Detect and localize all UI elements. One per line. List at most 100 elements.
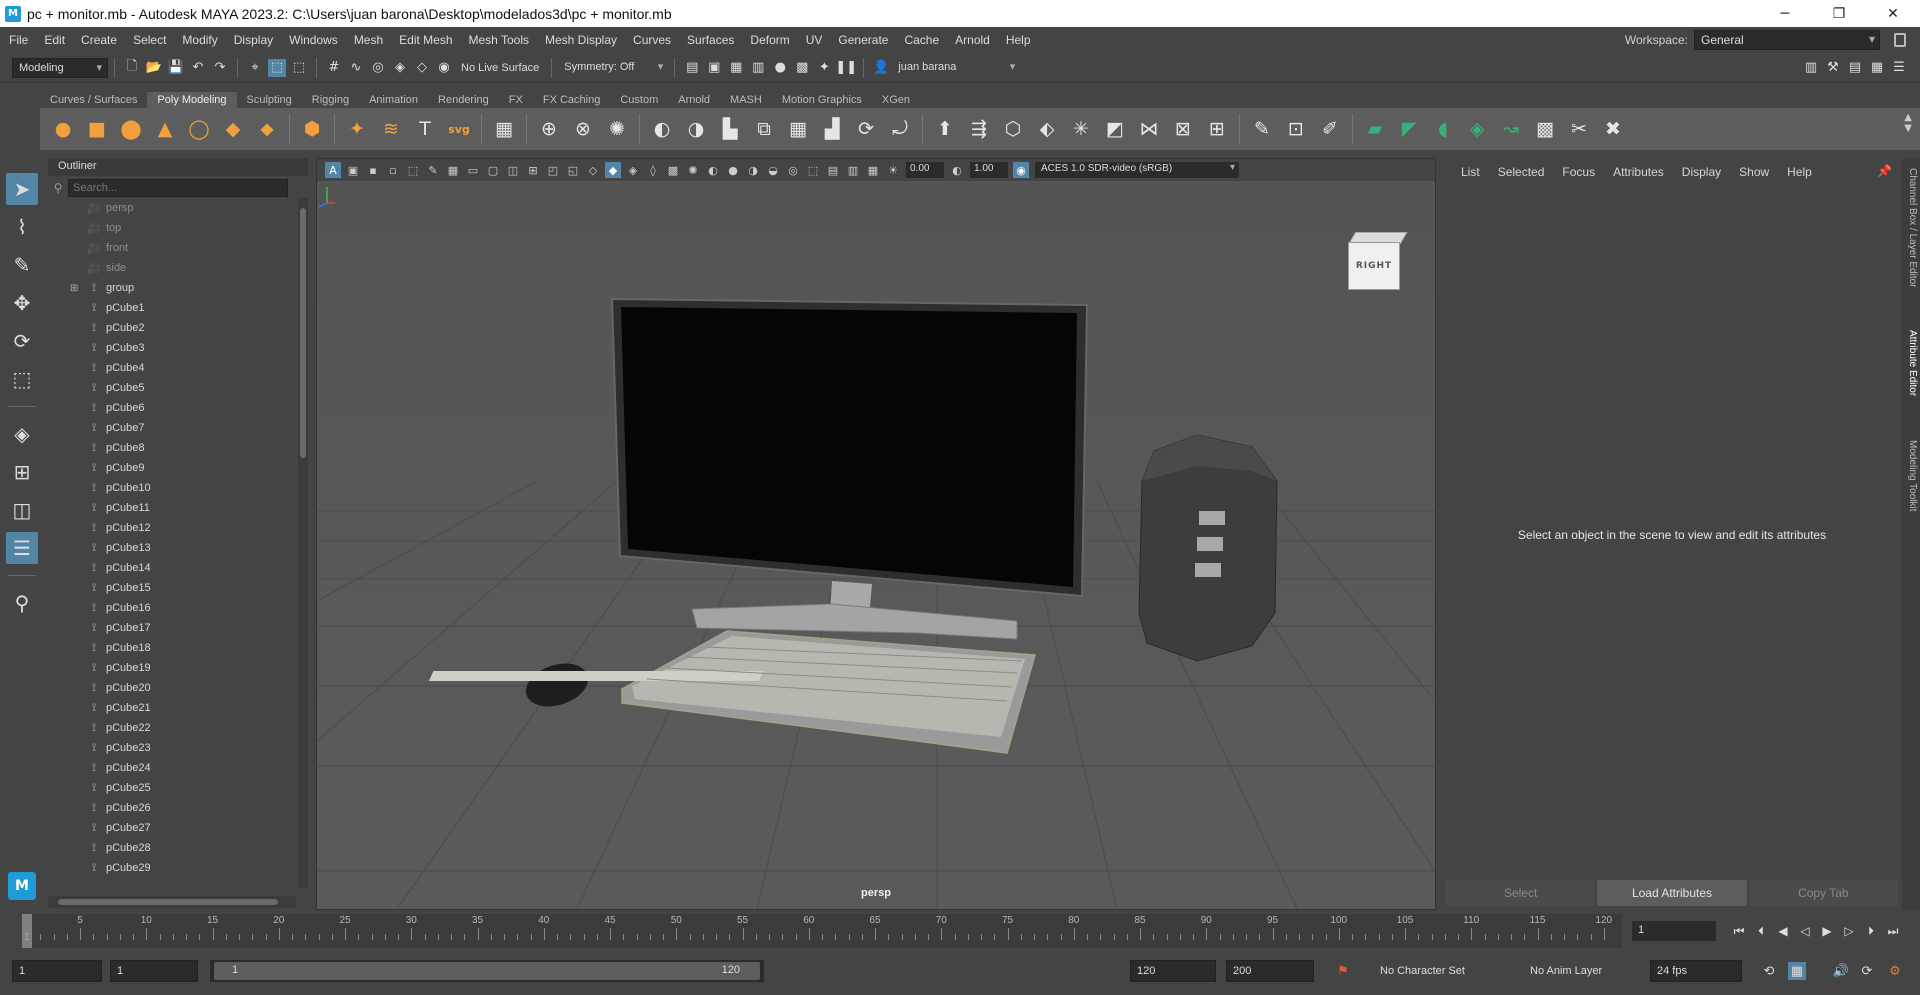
uv-cut-icon[interactable]: ✖ bbox=[1599, 115, 1627, 143]
symmetry-dropdown[interactable]: Symmetry: Off bbox=[558, 58, 668, 78]
outliner-item[interactable]: ⟟ pCube4 bbox=[48, 358, 296, 378]
wireframe-icon[interactable]: ◇ bbox=[585, 162, 601, 178]
retopologize-icon[interactable]: ⤾ bbox=[886, 115, 914, 143]
paint-select-tool-icon[interactable]: ✎ bbox=[6, 249, 38, 281]
outliner-item-side[interactable]: 🎥 side bbox=[48, 258, 296, 278]
attr-menu-show[interactable]: Show bbox=[1730, 165, 1778, 179]
four-view-layout-icon[interactable]: ⊞ bbox=[6, 456, 38, 488]
hypershade-icon[interactable]: ● bbox=[771, 59, 789, 77]
menu-mesh[interactable]: Mesh bbox=[346, 33, 391, 47]
planar-uv-icon[interactable]: ◤ bbox=[1395, 115, 1423, 143]
wedge-icon[interactable]: ◩ bbox=[1101, 115, 1129, 143]
separate-icon[interactable]: ⊗ bbox=[569, 115, 597, 143]
outliner-item[interactable]: ⟟ pCube7 bbox=[48, 418, 296, 438]
outliner-item[interactable]: ⟟ pCube6 bbox=[48, 398, 296, 418]
render-view-icon[interactable]: ▥ bbox=[749, 59, 767, 77]
outliner-list[interactable]: 🎥 persp 🎥 top 🎥 front 🎥 side ⊞ ⟟ group ⟟ pCube1… bbox=[48, 198, 296, 888]
redo-icon[interactable]: ↷ bbox=[211, 59, 229, 77]
outliner-item-persp[interactable]: 🎥 persp bbox=[48, 198, 296, 218]
select-object-icon[interactable]: ⬚ bbox=[268, 58, 286, 77]
gate-mask-icon[interactable]: ◫ bbox=[505, 162, 521, 178]
svg-icon[interactable]: svg bbox=[445, 115, 473, 143]
circularize-icon[interactable]: ⊞ bbox=[1203, 115, 1231, 143]
menu-generate[interactable]: Generate bbox=[830, 33, 896, 47]
attr-menu-display[interactable]: Display bbox=[1673, 165, 1730, 179]
default-material-icon[interactable]: ◈ bbox=[625, 162, 641, 178]
fill-hole-icon[interactable]: ▦ bbox=[784, 115, 812, 143]
sweep-mesh-icon[interactable]: ≋ bbox=[377, 115, 405, 143]
snap-point-icon[interactable]: ◎ bbox=[369, 59, 387, 77]
outliner-item[interactable]: ⟟ pCube20 bbox=[48, 678, 296, 698]
2d-pan-zoom-icon[interactable]: ⬚ bbox=[405, 162, 421, 178]
loop-icon[interactable]: ⟲ bbox=[1760, 962, 1778, 980]
uv-sew-icon[interactable]: ✂ bbox=[1565, 115, 1593, 143]
smooth-icon[interactable]: ✺ bbox=[603, 115, 631, 143]
super-shape-icon[interactable]: ✦ bbox=[343, 115, 371, 143]
close-icon[interactable]: ✕ bbox=[1866, 0, 1920, 27]
animation-end-field[interactable]: 200 bbox=[1226, 960, 1314, 982]
motion-blur-icon[interactable]: ◑ bbox=[745, 162, 761, 178]
select-hierarchy-icon[interactable]: ⌖ bbox=[246, 59, 264, 77]
play-backwards-icon[interactable]: ◁ bbox=[1794, 922, 1816, 940]
shelf-tab-curves-surfaces[interactable]: Curves / Surfaces bbox=[40, 92, 147, 108]
auto-key-icon[interactable]: ⚑ bbox=[1334, 962, 1352, 980]
poly-sphere-icon[interactable]: ● bbox=[49, 115, 77, 143]
snap-curve-icon[interactable]: ∿ bbox=[347, 59, 365, 77]
boolean-difference-icon[interactable]: ◑ bbox=[682, 115, 710, 143]
mirror-icon[interactable]: ⧉ bbox=[750, 115, 778, 143]
tool-settings-icon[interactable]: ▦ bbox=[1868, 58, 1886, 76]
outliner-item[interactable]: ⟟ pCube23 bbox=[48, 738, 296, 758]
workspace-dropdown[interactable]: General bbox=[1694, 30, 1880, 50]
checker-icon[interactable]: ▩ bbox=[1531, 115, 1559, 143]
bridge-icon[interactable]: ⇶ bbox=[965, 115, 993, 143]
menu-select[interactable]: Select bbox=[125, 33, 174, 47]
shelf-tab-fx[interactable]: FX bbox=[499, 92, 533, 108]
live-surface-label[interactable]: No Live Surface bbox=[455, 62, 545, 74]
poly-disc-icon[interactable]: ⬥ bbox=[253, 115, 281, 143]
outliner-item[interactable]: ⟟ pCube17 bbox=[48, 618, 296, 638]
scale-tool-icon[interactable]: ⬚ bbox=[6, 363, 38, 395]
outliner-item[interactable]: ⟟ pCube10 bbox=[48, 478, 296, 498]
boolean-union-icon[interactable]: ◐ bbox=[648, 115, 676, 143]
outliner-item[interactable]: ⟟ pCube21 bbox=[48, 698, 296, 718]
outliner-item[interactable]: ⟟ pCube25 bbox=[48, 778, 296, 798]
load-attributes-button[interactable]: Load Attributes bbox=[1597, 880, 1747, 906]
lock-icon[interactable] bbox=[1894, 33, 1906, 47]
depth-of-field-icon[interactable]: ◎ bbox=[785, 162, 801, 178]
select-tool-icon[interactable]: ➤ bbox=[6, 173, 38, 205]
outliner-item[interactable]: ⟟ pCube27 bbox=[48, 818, 296, 838]
outliner-item[interactable]: ⟟ pCube9 bbox=[48, 458, 296, 478]
multi-cut-icon[interactable]: ✎ bbox=[1248, 115, 1276, 143]
playback-start-field[interactable]: 1 bbox=[110, 960, 198, 982]
outliner-layout-icon[interactable]: ☰ bbox=[6, 532, 38, 564]
poly-cylinder-icon[interactable]: ⬤ bbox=[117, 115, 145, 143]
menu-edit-mesh[interactable]: Edit Mesh bbox=[391, 33, 460, 47]
uv-editor-icon[interactable]: ▦ bbox=[490, 115, 518, 143]
grid-icon[interactable]: ▦ bbox=[445, 162, 461, 178]
shelf-tab-custom[interactable]: Custom bbox=[610, 92, 668, 108]
maya-app-icon[interactable]: M bbox=[5, 5, 21, 22]
outliner-item[interactable]: ⟟ pCube3 bbox=[48, 338, 296, 358]
snap-view-plane-icon[interactable]: ◈ bbox=[391, 59, 409, 77]
target-weld-icon[interactable]: ⊡ bbox=[1282, 115, 1310, 143]
xray-icon[interactable]: ▤ bbox=[825, 162, 841, 178]
outliner-item[interactable]: ⟟ pCube28 bbox=[48, 838, 296, 858]
camera-based-uv-icon[interactable]: ◈ bbox=[1463, 115, 1491, 143]
outliner-item[interactable]: ⟟ pCube14 bbox=[48, 558, 296, 578]
go-to-end-icon[interactable]: ⏭ bbox=[1882, 922, 1904, 940]
shelf-tab-motion-graphics[interactable]: Motion Graphics bbox=[772, 92, 872, 108]
new-scene-icon[interactable]: 🗋 bbox=[123, 59, 141, 77]
undo-icon[interactable]: ↶ bbox=[189, 59, 207, 77]
menu-cache[interactable]: Cache bbox=[896, 33, 947, 47]
outliner-horizontal-scrollbar[interactable] bbox=[48, 896, 296, 908]
safe-action-icon[interactable]: ◰ bbox=[545, 162, 561, 178]
menu-arnold[interactable]: Arnold bbox=[947, 33, 998, 47]
single-perspective-layout-icon[interactable]: ◈ bbox=[6, 418, 38, 450]
xray-components-icon[interactable]: ▦ bbox=[865, 162, 881, 178]
poly-cube-icon[interactable]: ■ bbox=[83, 115, 111, 143]
search-icon[interactable]: ⚲ bbox=[6, 587, 38, 619]
menu-surfaces[interactable]: Surfaces bbox=[679, 33, 742, 47]
poly-torus-icon[interactable]: ◯ bbox=[185, 115, 213, 143]
expand-plus-icon[interactable]: ⊞ bbox=[70, 283, 80, 294]
remesh-icon[interactable]: ⟳ bbox=[852, 115, 880, 143]
